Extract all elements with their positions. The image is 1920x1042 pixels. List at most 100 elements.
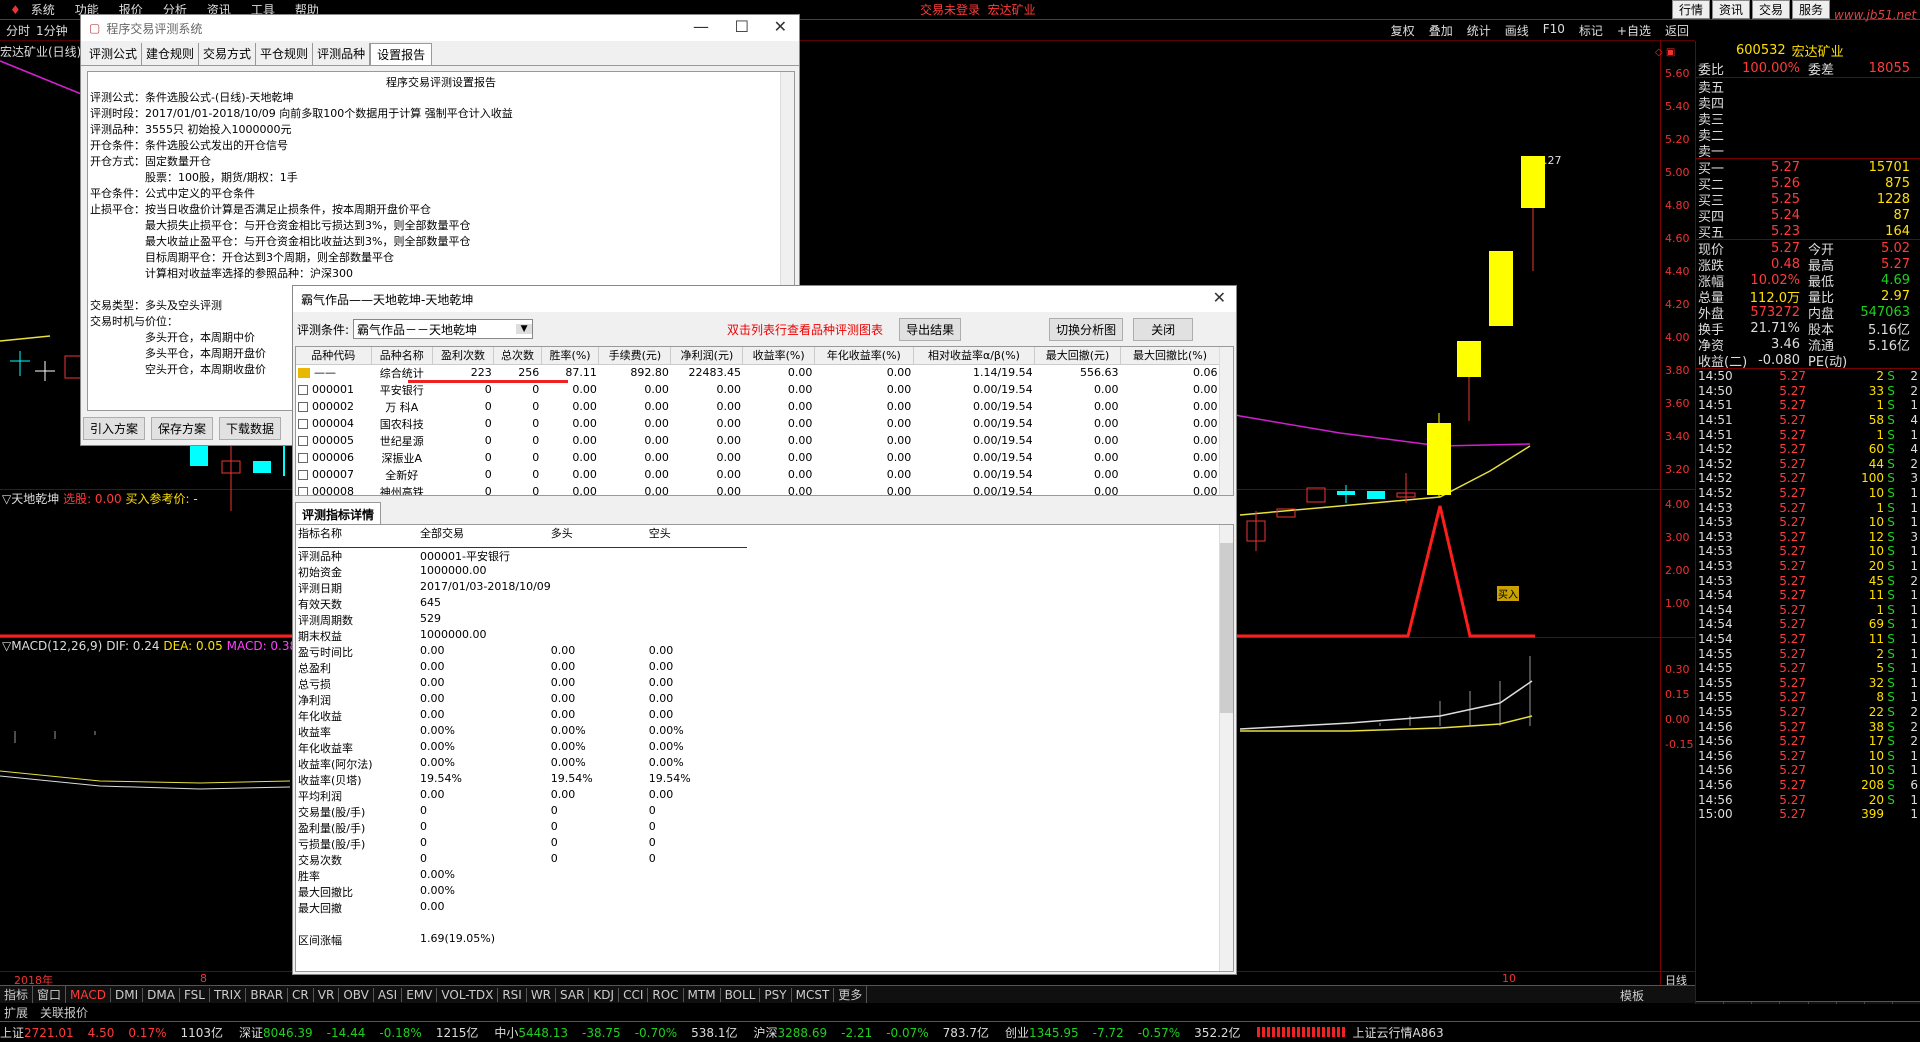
results-titlebar[interactable]: 霸气作品——天地乾坤-天地乾坤 <box>293 286 1236 312</box>
column-header[interactable]: 胜率(%) <box>541 347 600 365</box>
report-line: 止损平仓：按当日收盘价计算是否满足止损条件，按本周期开盘价平仓 <box>90 203 431 216</box>
tab-entry-rule[interactable]: 建仓规则 <box>142 43 200 65</box>
indicator-tab[interactable]: MCST <box>792 987 835 1002</box>
btn-mark[interactable]: 标记 <box>1579 22 1603 39</box>
indicator-tab[interactable]: FSL <box>180 987 210 1002</box>
tick-list[interactable]: 14:50 5.27 2 S 2 14:50 5.27 33 S 2 14:51 5.27 1 S 1 14:… <box>1696 369 1920 821</box>
switch-chart-button[interactable]: 切换分析图 <box>1049 317 1124 341</box>
indicator-tab[interactable]: KDJ <box>589 987 620 1002</box>
indicator-tab[interactable]: TRIX <box>210 987 247 1002</box>
index-item[interactable]: 创业1345.95 -7.72 -0.57% 352.2亿 <box>1005 1024 1247 1041</box>
minimize-icon[interactable]: — <box>693 17 709 36</box>
indicator-tab[interactable]: ROC <box>648 987 684 1002</box>
menu-system[interactable]: 系统 <box>31 1 55 18</box>
index-item[interactable]: 上证2721.01 4.50 0.17% 1103亿 <box>0 1024 229 1041</box>
index-item[interactable]: 沪深3288.69 -2.21 -0.07% 783.7亿 <box>754 1024 996 1041</box>
condition-select[interactable]: 霸气作品－－天地乾坤 ▼ <box>353 319 534 339</box>
index-item[interactable]: 深证8046.39 -14.44 -0.18% 1215亿 <box>239 1024 484 1041</box>
detail-scrollbar[interactable] <box>1219 525 1233 971</box>
indicator-tab[interactable]: OBV <box>339 987 374 1002</box>
indicator-tab[interactable]: CCI <box>619 987 649 1002</box>
indicator-tab[interactable]: 指标 <box>0 986 34 1003</box>
column-header[interactable]: 年化收益率(%) <box>814 347 914 365</box>
results-scrollbar[interactable] <box>1219 347 1233 495</box>
result-row[interactable]: —— 综合统计 223 256 87.11 892.80 22483.45 0.00 0.00 1… <box>296 364 1220 381</box>
indicator-tab[interactable]: WR <box>527 987 557 1002</box>
save-plan-button[interactable]: 保存方案 <box>151 417 214 440</box>
dialog-titlebar[interactable]: ▢ 程序交易评测系统 <box>81 15 799 41</box>
detail-panel: 指标名称 全部交易 多头 空头 评测品种 000001-平安银行 初始资金 1000000.… <box>295 524 1234 972</box>
tab-quote[interactable]: 行情 <box>1671 0 1710 19</box>
indicator-title: ▽天地乾坤 选股: 0.00 买入参考价: - <box>2 492 198 506</box>
btn-1min[interactable]: 1分钟 <box>36 22 68 39</box>
indicator-tab[interactable]: DMI <box>111 987 144 1002</box>
macd-dea-line <box>1240 715 1533 732</box>
result-row[interactable]: 000005 世纪星源 0 0 0.00 0.00 0.00 0.00 0.00 0.00/19.… <box>296 432 1220 449</box>
btn-overlay[interactable]: 叠加 <box>1429 22 1453 39</box>
indicator-tab[interactable]: EMV <box>402 987 438 1002</box>
indicator-tab[interactable]: MTM <box>684 987 721 1002</box>
indicator-tab[interactable]: MACD <box>66 987 112 1002</box>
detail-tab[interactable]: 评测指标详情 <box>295 502 382 526</box>
tab-report[interactable]: 设置报告 <box>370 43 433 65</box>
detail-row: 平均利润 0.00 0.00 0.00 <box>298 787 674 803</box>
column-header[interactable]: 收益率(%) <box>742 347 815 365</box>
btn-draw[interactable]: 画线 <box>1505 22 1529 39</box>
result-row[interactable]: 000007 全新好 0 0 0.00 0.00 0.00 0.00 0.00 0.00/19.5… <box>296 466 1220 483</box>
indicator-tab[interactable]: RSI <box>498 987 527 1002</box>
column-header[interactable]: 净利润(元) <box>670 347 744 365</box>
btn-intraday[interactable]: 分时 <box>6 22 30 39</box>
indicator-tab[interactable]: ASI <box>374 987 403 1002</box>
indicator-tab[interactable]: BRAR <box>246 987 289 1002</box>
column-header[interactable]: 总次数 <box>493 347 542 365</box>
column-header[interactable]: 最大回撤比(%) <box>1120 347 1221 365</box>
column-header[interactable]: 盈利次数 <box>432 347 495 365</box>
column-header[interactable]: 品种名称 <box>371 347 433 365</box>
indicator-tab[interactable]: 窗口 <box>33 986 67 1003</box>
download-data-button[interactable]: 下载数据 <box>219 417 282 440</box>
btn-f10[interactable]: F10 <box>1543 22 1565 39</box>
column-header[interactable]: 品种代码 <box>296 347 372 365</box>
tab-symbols[interactable]: 评测品种 <box>313 43 371 65</box>
result-row[interactable]: 000006 深振业A 0 0 0.00 0.00 0.00 0.00 0.00 0.00/19.… <box>296 449 1220 466</box>
maximize-icon[interactable]: ☐ <box>735 17 749 36</box>
close-button[interactable]: 关闭 <box>1133 317 1194 341</box>
btn-stats[interactable]: 统计 <box>1467 22 1491 39</box>
template-button[interactable]: 模板 <box>1620 987 1644 1004</box>
tab-formula[interactable]: 评测公式 <box>85 43 143 65</box>
ext-tab[interactable]: 扩展 <box>4 1004 28 1021</box>
btn-adjust[interactable]: 复权 <box>1391 22 1415 39</box>
export-button[interactable]: 导出结果 <box>899 317 962 341</box>
result-row[interactable]: 000008 神州高铁 0 0 0.00 0.00 0.00 0.00 0.00 0.00/19.… <box>296 483 1220 495</box>
btn-add-watch[interactable]: +自选 <box>1617 22 1651 39</box>
indicator-tab[interactable]: VR <box>314 987 340 1002</box>
related-quote-tab[interactable]: 关联报价 <box>40 1004 88 1021</box>
report-line: 最大损失止损平仓：与开仓资金相比亏损达到3%，则全部数量平仓 <box>90 219 471 232</box>
indicator-tab[interactable]: CR <box>288 987 314 1002</box>
tab-trade-mode[interactable]: 交易方式 <box>199 43 257 65</box>
tick-row: 15:00 5.27 399 1 <box>1698 807 1918 822</box>
column-header[interactable]: 相对收益率α/β(%) <box>913 347 1036 365</box>
tab-news[interactable]: 资讯 <box>1711 0 1750 19</box>
indicator-tab[interactable]: PSY <box>760 987 792 1002</box>
tab-service[interactable]: 服务 <box>1791 0 1830 19</box>
import-plan-button[interactable]: 引入方案 <box>83 417 146 440</box>
indicator-tab[interactable]: 更多 <box>834 986 868 1003</box>
column-header[interactable]: 手续费(元) <box>598 347 672 365</box>
quote-row: 收益(二) -0.080 PE(动) <box>1698 352 1848 370</box>
indicator-tab[interactable]: BOLL <box>721 987 761 1002</box>
btn-back[interactable]: 返回 <box>1665 22 1689 39</box>
result-row[interactable]: 000002 万 科A 0 0 0.00 0.00 0.00 0.00 0.00 0.00/19.… <box>296 398 1220 415</box>
close-icon[interactable]: ✕ <box>774 17 787 36</box>
tab-trade[interactable]: 交易 <box>1751 0 1790 19</box>
indicator-tab[interactable]: SAR <box>556 987 590 1002</box>
column-header[interactable]: 最大回撤(元) <box>1034 347 1121 365</box>
results-table[interactable]: 品种代码 品种名称 盈利次数 总次数 胜率(%) 手续费(元) 净利润(元) 收益率(%) 年化… <box>296 347 1221 495</box>
result-row[interactable]: 000001 平安银行 0 0 0.00 0.00 0.00 0.00 0.00 0.00/19.… <box>296 381 1220 398</box>
indicator-tab[interactable]: DMA <box>143 987 180 1002</box>
result-row[interactable]: 000004 国农科技 0 0 0.00 0.00 0.00 0.00 0.00 0.00/19.… <box>296 415 1220 432</box>
results-close-icon[interactable]: ✕ <box>1213 288 1226 307</box>
tab-exit-rule[interactable]: 平仓规则 <box>256 43 314 65</box>
index-item[interactable]: 中小5448.13 -38.75 -0.70% 538.1亿 <box>494 1024 743 1041</box>
indicator-tab[interactable]: VOL-TDX <box>437 987 499 1002</box>
